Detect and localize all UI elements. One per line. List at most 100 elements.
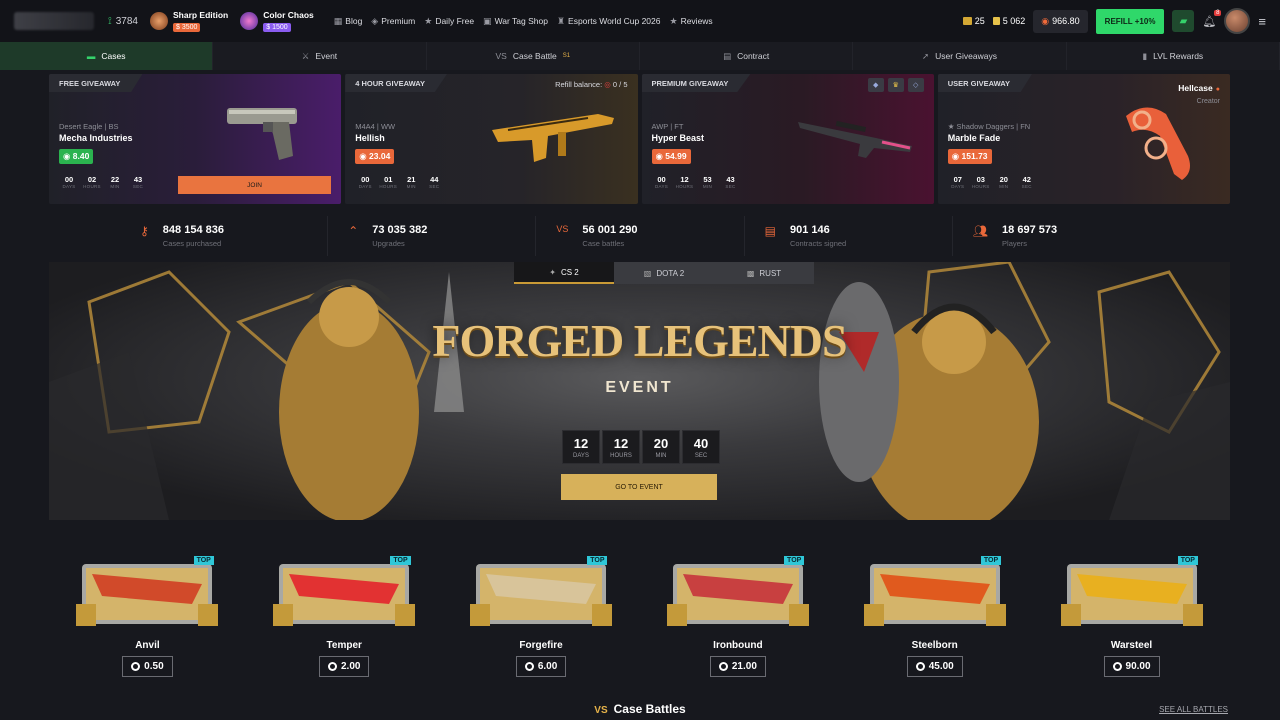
countdown-value: 12: [613, 436, 629, 451]
case-price-button[interactable]: 2.00: [319, 656, 370, 677]
timer-unit: MIN: [999, 184, 1009, 189]
countdown-value: 20: [653, 436, 669, 451]
coins-balance[interactable]: 5 062: [992, 16, 1025, 26]
giveaway-card-premium[interactable]: PREMIUM GIVEAWAY ◆ ♛ ◇ AWP | FT Hyper Beas…: [641, 74, 934, 204]
timer-min: 20: [999, 175, 1008, 184]
giveaway-header: FREE GIVEAWAY: [49, 74, 143, 92]
bell-icon[interactable]: 🔔︎ 8: [1202, 9, 1222, 28]
promo-color-chaos[interactable]: Color Chaos $ 1500: [240, 8, 314, 34]
skin-name: Hellish: [355, 133, 385, 143]
star-icon: ★: [669, 15, 678, 26]
case-card[interactable]: TOP Ironbound 21.00: [639, 534, 836, 694]
box-icon: ▬: [86, 51, 96, 61]
sword-icon: ⚔: [301, 50, 310, 61]
gold-balance[interactable]: 25: [962, 16, 985, 26]
nav-blog[interactable]: ▦ Blog: [334, 16, 363, 27]
timer-unit: HOURS: [971, 184, 990, 189]
timer-unit: HOURS: [83, 184, 101, 189]
timer-unit: SEC: [725, 184, 736, 189]
balance-icon: ◉: [1041, 15, 1050, 26]
top-badge: TOP: [587, 556, 608, 565]
cash-icon[interactable]: ▰: [1172, 10, 1195, 32]
stat-label: Cases purchased: [162, 239, 222, 248]
nav-war-tag-shop[interactable]: ▣ War Tag Shop: [483, 16, 548, 27]
crown-icon[interactable]: ♛: [887, 78, 904, 92]
giveaway-timer: 00 DAYS 12 HOURS 53 MIN 43 SEC: [652, 175, 741, 189]
document-icon: ▤: [764, 224, 776, 238]
top-badge: TOP: [193, 556, 214, 565]
see-all-battles-link[interactable]: SEE ALL BATTLES: [1159, 705, 1228, 714]
giveaway-card-4hour[interactable]: 4 HOUR GIVEAWAY Refill balance: ◎ 0 / 5 …: [345, 74, 638, 204]
site-logo[interactable]: [14, 12, 94, 30]
case-price-button[interactable]: 6.00: [515, 656, 567, 677]
game-tab-cs2[interactable]: ✦ CS 2: [514, 262, 614, 284]
case-card[interactable]: TOP Steelborn 45.00: [836, 534, 1033, 694]
nav-label: Daily Free: [435, 16, 475, 26]
refill-label: Refill balance:: [555, 80, 603, 89]
case-card[interactable]: TOP Warsteel 90.00: [1033, 534, 1230, 694]
timer-unit: DAYS: [654, 184, 669, 189]
tab-event[interactable]: ⚔ Event: [213, 42, 427, 70]
countdown-value: 12: [573, 436, 589, 451]
coin-icon: [524, 662, 534, 671]
balance-display[interactable]: ◉ 966.80: [1033, 9, 1088, 33]
tab-contract[interactable]: ▤ Contract: [640, 42, 854, 70]
price-value: 23.04: [369, 151, 391, 161]
promo-thumb: [149, 12, 168, 30]
stat-value: 73 035 382: [372, 224, 428, 236]
go-to-event-button[interactable]: GO TO EVENT: [561, 474, 717, 500]
price-value: 151.73: [961, 151, 988, 161]
nav-reviews[interactable]: ★ Reviews: [669, 16, 712, 27]
case-price-button[interactable]: 45.00: [906, 656, 963, 677]
versus-icon: VS: [594, 705, 608, 716]
timer-unit: HOURS: [379, 184, 398, 189]
refill-value: 0 / 5: [612, 80, 628, 89]
hamburger-menu-icon[interactable]: ≡: [1258, 14, 1266, 29]
refill-button[interactable]: REFILL +10%: [1095, 8, 1165, 34]
giveaway-card-user[interactable]: USER GIVEAWAY Hellcase ● Creator ★ Shadow…: [937, 74, 1230, 204]
case-price-button[interactable]: 90.00: [1103, 656, 1160, 677]
giveaway-card-free[interactable]: FREE GIVEAWAY Desert Eagle | BS Mecha In…: [49, 74, 342, 204]
refill-icon: ◎: [604, 80, 611, 89]
case-card[interactable]: TOP Anvil 0.50: [49, 534, 246, 694]
tab-user-giveaways[interactable]: ➚ User Giveaways: [853, 42, 1067, 70]
game-tab-dota2[interactable]: ▧ DOTA 2: [614, 262, 714, 284]
promo-title: Color Chaos: [263, 10, 314, 20]
gold-amount: 25: [974, 16, 985, 26]
signal-icon: ⟟: [108, 15, 112, 27]
tab-label: Event: [315, 51, 338, 61]
case-card[interactable]: TOP Temper 2.00: [246, 534, 443, 694]
diamond-icon[interactable]: ◆: [867, 78, 884, 92]
case-card[interactable]: TOP Forgefire 6.00: [443, 534, 640, 694]
diamond-icon: ◈: [371, 15, 379, 26]
case-price-button[interactable]: 21.00: [709, 656, 766, 677]
case-name: Warsteel: [1110, 640, 1153, 651]
timer-days: 07: [953, 175, 962, 184]
case-image: [1060, 564, 1203, 626]
stat-contracts: ▤ 901 146 Contracts signed: [745, 216, 953, 256]
timer-hours: 01: [384, 175, 393, 184]
stat-value: 848 154 836: [162, 224, 224, 236]
timer-unit: DAYS: [951, 184, 965, 189]
nav-premium[interactable]: ◈ Premium: [371, 16, 415, 27]
tab-cases[interactable]: ▬ Cases: [0, 42, 214, 70]
gem-icon[interactable]: ◇: [907, 78, 924, 92]
top-bar: ⟟ 3784 Sharp Edition $ 3500 Color Chaos …: [0, 0, 1280, 42]
top-badge: TOP: [784, 556, 805, 565]
promo-sharp-edition[interactable]: Sharp Edition $ 3500: [149, 8, 228, 34]
timer-unit: MIN: [702, 184, 713, 189]
tab-case-battle[interactable]: VS Case Battle S1: [427, 42, 640, 70]
nav-esports[interactable]: ♜ Esports World Cup 2026: [557, 16, 661, 27]
game-tab-rust[interactable]: ▩ RUST: [714, 262, 814, 284]
weapon-type: Desert Eagle | BS: [59, 122, 119, 131]
coin-icon: [915, 662, 925, 671]
event-banner[interactable]: ✦ CS 2 ▧ DOTA 2 ▩ RUST FORGED LEGENDS EVENT…: [49, 262, 1230, 520]
timer-unit: DAYS: [62, 184, 76, 189]
case-price-button[interactable]: 0.50: [122, 656, 173, 677]
nav-daily-free[interactable]: ★ Daily Free: [424, 16, 474, 27]
tab-lvl-rewards[interactable]: ▮ LVL Rewards: [1067, 42, 1280, 70]
top-badge: TOP: [390, 556, 411, 565]
join-button[interactable]: JOIN: [178, 176, 331, 194]
tag-icon: ▣: [483, 15, 492, 26]
avatar[interactable]: [1224, 8, 1251, 34]
